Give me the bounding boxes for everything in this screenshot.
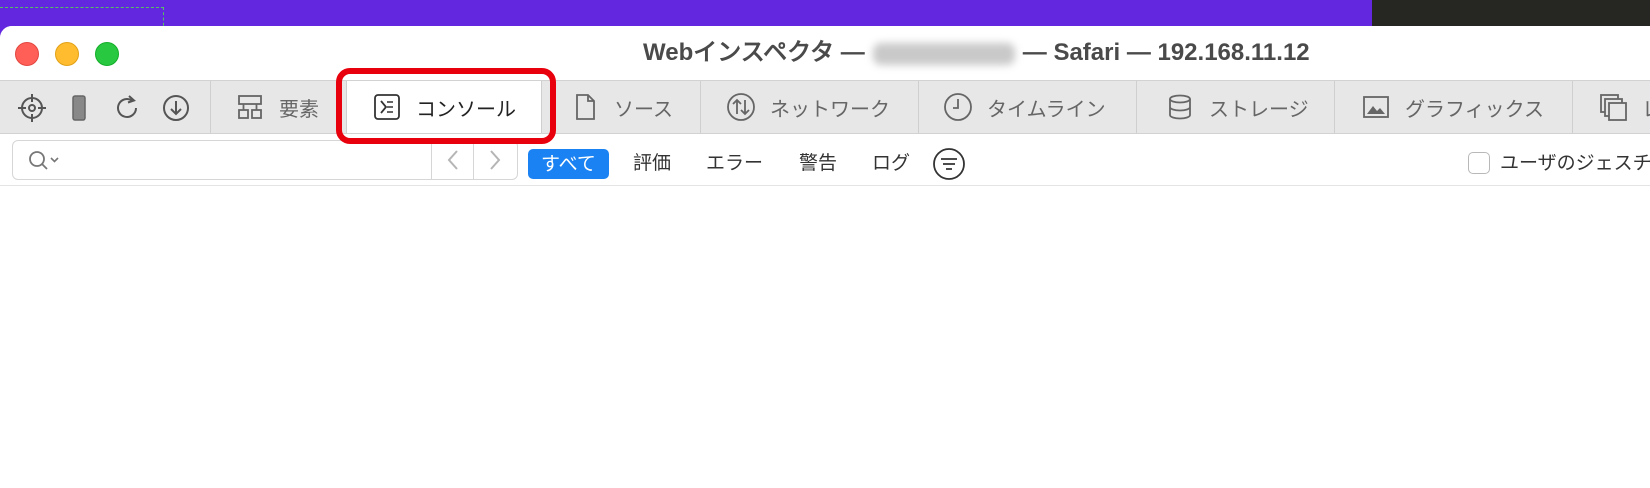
tab-timelines[interactable]: タイムライン	[918, 81, 1136, 133]
tab-label: ソース	[614, 96, 673, 121]
web-inspector-window: Webインスペクタ — — Safari — 192.168.11.12 要素 コ…	[0, 26, 1650, 488]
title-bar: Webインスペクタ — — Safari — 192.168.11.12	[0, 26, 1650, 80]
console-tab-highlight-annotation	[336, 68, 556, 144]
storage-icon	[1165, 92, 1195, 122]
tab-label: ネットワーク	[770, 96, 890, 121]
filter-options-icon[interactable]	[932, 147, 966, 181]
minimize-window-button[interactable]	[55, 42, 79, 66]
layers-icon	[1598, 92, 1628, 122]
tab-sources[interactable]: ソース	[546, 81, 698, 133]
tab-storage[interactable]: ストレージ	[1136, 81, 1334, 133]
tab-label: グラフィックス	[1405, 96, 1544, 121]
reload-icon[interactable]	[112, 93, 142, 123]
sources-icon	[570, 92, 600, 122]
console-search-input[interactable]	[69, 146, 433, 176]
title-suffix: — Safari — 192.168.11.12	[1022, 39, 1310, 66]
tab-graphics[interactable]: グラフィックス	[1334, 81, 1572, 133]
filter-warnings-button[interactable]: 警告	[799, 148, 837, 178]
console-search-box	[12, 140, 518, 180]
device-icon[interactable]	[64, 93, 94, 123]
inspector-tab-bar: 要素 コンソール ソース ネットワーク タイムライン ストレージ グラフィックス	[0, 80, 1650, 134]
tab-label: ストレージ	[1209, 96, 1309, 121]
tab-label: レ	[1642, 93, 1650, 122]
timeline-icon	[943, 92, 973, 122]
title-prefix: Webインスペクタ —	[643, 39, 865, 66]
next-match-button[interactable]	[473, 141, 516, 179]
previous-match-button[interactable]	[431, 141, 474, 179]
filter-errors-button[interactable]: エラー	[706, 148, 763, 178]
network-icon	[726, 92, 756, 122]
filter-logs-button[interactable]: ログ	[872, 148, 910, 178]
zoom-window-button[interactable]	[95, 42, 119, 66]
elements-icon	[235, 92, 265, 122]
chevron-right-icon	[490, 150, 501, 170]
user-gesture-label: ユーザのジェスチ	[1500, 152, 1650, 174]
redacted-page-name	[872, 42, 1015, 65]
close-window-button[interactable]	[15, 42, 39, 66]
graphics-icon	[1361, 92, 1391, 122]
search-icon[interactable]	[27, 149, 63, 173]
user-gesture-checkbox[interactable]	[1468, 152, 1490, 174]
download-icon[interactable]	[161, 93, 191, 123]
filter-evaluations-button[interactable]: 評価	[633, 148, 671, 178]
tab-network[interactable]: ネットワーク	[700, 81, 918, 133]
crosshair-icon[interactable]	[17, 93, 47, 123]
console-filter-bar: すべて 評価 エラー 警告 ログ ユーザのジェスチ	[0, 134, 1650, 186]
tab-label: タイムライン	[987, 96, 1106, 121]
window-title: Webインスペクタ — — Safari — 192.168.11.12	[643, 36, 1310, 70]
console-output-area[interactable]	[0, 186, 1650, 488]
filter-all-button[interactable]: すべて	[528, 149, 609, 179]
tab-layers[interactable]: レ	[1572, 81, 1650, 133]
tab-label: 要素	[279, 96, 319, 121]
tab-elements[interactable]: 要素	[210, 81, 342, 133]
chevron-left-icon	[447, 150, 458, 170]
